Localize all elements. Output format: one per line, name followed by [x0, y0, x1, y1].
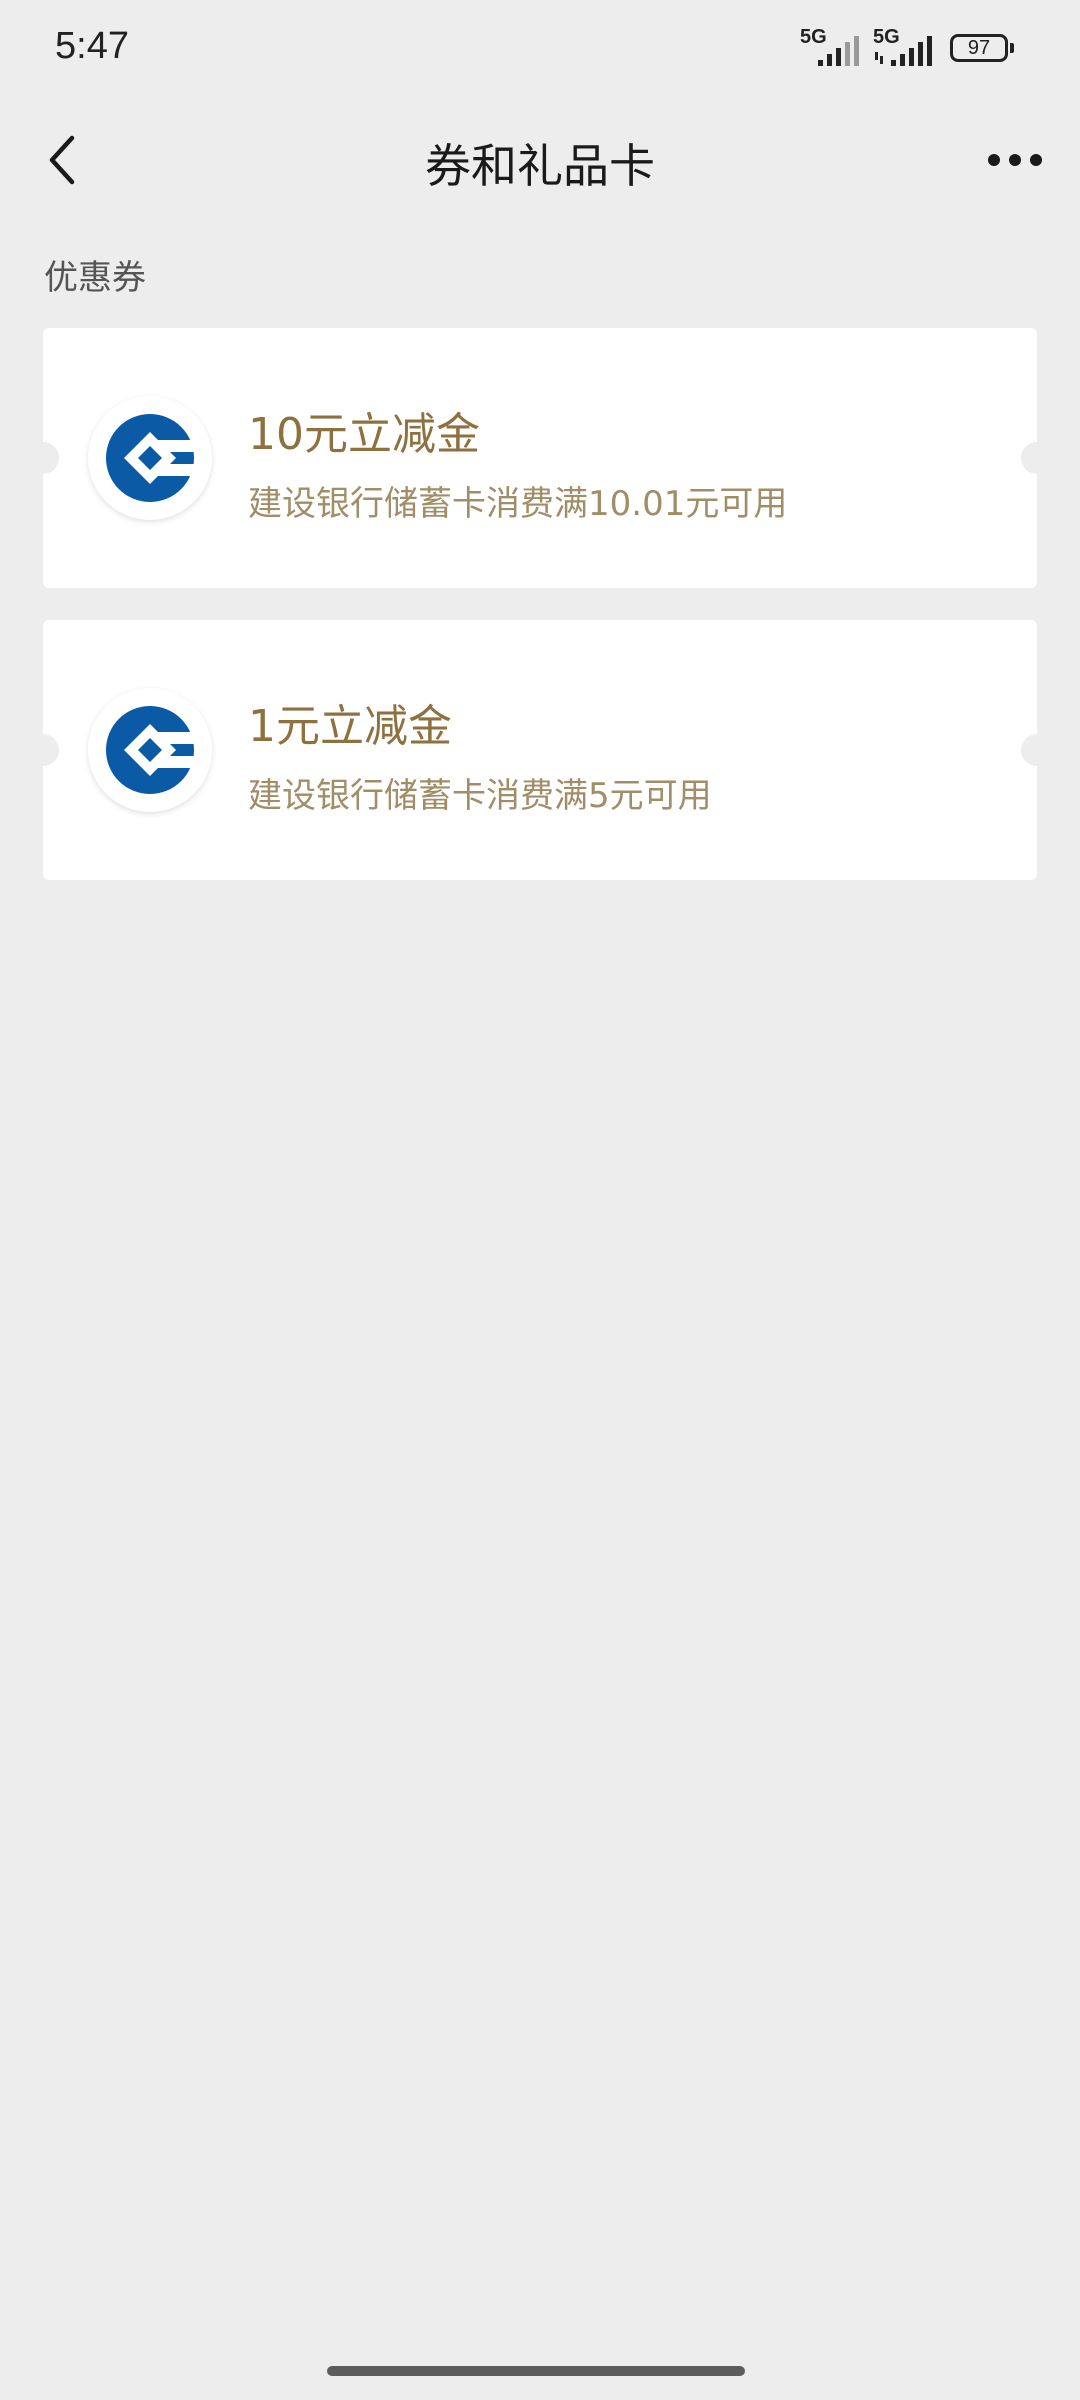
- sim2-signal: 5G: [873, 26, 941, 66]
- coupon-card[interactable]: 10元立减金 建设银行储蓄卡消费满10.01元可用: [27, 328, 1053, 588]
- coupon-card[interactable]: 1元立减金 建设银行储蓄卡消费满5元可用: [27, 620, 1053, 880]
- battery-level: 97: [967, 37, 991, 59]
- coupon-description: 建设银行储蓄卡消费满10.01元可用: [248, 484, 788, 524]
- coupon-notch: [1021, 442, 1053, 474]
- signal-bars-icon: [818, 36, 859, 66]
- page-title: 券和礼品卡: [425, 139, 655, 193]
- more-horizontal-icon: [988, 154, 1042, 166]
- ccb-bank-logo-icon: [88, 396, 212, 520]
- coupon-description: 建设银行储蓄卡消费满5元可用: [248, 776, 712, 816]
- coupon-notch: [27, 734, 59, 766]
- home-indicator[interactable]: [327, 2366, 745, 2376]
- more-button[interactable]: [980, 128, 1050, 192]
- sim1-signal: 5G: [800, 26, 868, 66]
- coupon-title: 10元立减金: [248, 409, 480, 460]
- coupon-title: 1元立减金: [248, 701, 452, 752]
- section-label-coupons: 优惠券: [44, 258, 146, 298]
- ccb-bank-logo-icon: [88, 688, 212, 812]
- status-time: 5:47: [55, 25, 129, 67]
- battery-icon: 97: [950, 34, 1014, 64]
- coupon-notch: [1021, 734, 1053, 766]
- nav-bar: 券和礼品卡: [0, 110, 1080, 210]
- coupon-notch: [27, 442, 59, 474]
- status-bar: 5:47 5G 5G 97: [0, 0, 1080, 100]
- signal-bars-icon: [875, 36, 932, 66]
